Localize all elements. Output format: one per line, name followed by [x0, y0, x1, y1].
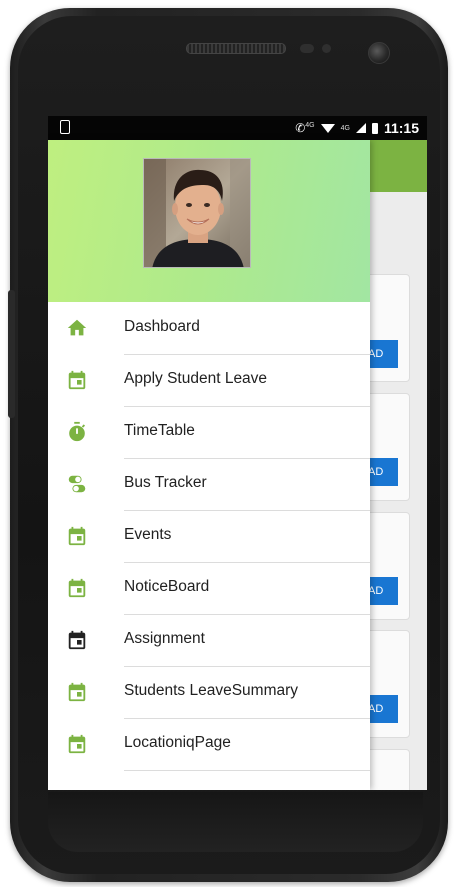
phone-chin [48, 792, 423, 852]
front-camera [368, 42, 390, 64]
background-button-label: AD [368, 466, 384, 478]
menu-item-bus-tracker[interactable]: Bus Tracker [48, 458, 370, 511]
background-card-button[interactable]: AD [366, 340, 398, 368]
background-card [366, 749, 410, 790]
menu-item-label: TimeTable [124, 406, 370, 459]
menu-item-noticeboard[interactable]: NoticeBoard [48, 562, 370, 615]
navigation-drawer: Dashboard Apply Student Leave TimeTable [48, 140, 370, 790]
drawer-menu: Dashboard Apply Student Leave TimeTable [48, 302, 370, 771]
background-card-button[interactable]: AD [366, 577, 398, 605]
menu-item-label: LocationiqPage [124, 718, 370, 771]
call-icon: ✆ [295, 121, 306, 135]
menu-item-label: Apply Student Leave [124, 354, 370, 407]
background-card-button[interactable]: AD [366, 695, 398, 723]
toggles-icon [68, 475, 86, 493]
signal-icon [355, 123, 366, 133]
menu-item-events[interactable]: Events [48, 510, 370, 563]
calendar-icon [68, 630, 86, 650]
menu-item-label: Events [124, 510, 370, 563]
timer-icon [69, 421, 86, 442]
notification-icon [60, 120, 70, 134]
earpiece-speaker [186, 43, 286, 54]
status-time: 11:15 [383, 120, 419, 136]
menu-item-timetable[interactable]: TimeTable [48, 406, 370, 459]
background-button-label: AD [368, 703, 384, 715]
menu-item-label: Students LeaveSummary [124, 666, 370, 719]
menu-item-label: Assignment [124, 614, 370, 667]
status-icons: ✆ 4G 4G 11:15 [295, 120, 419, 136]
calendar-icon [68, 370, 86, 390]
call-network-label: 4G [305, 121, 315, 129]
profile-photo [144, 159, 250, 267]
menu-item-assignment[interactable]: Assignment [48, 614, 370, 667]
menu-item-label: NoticeBoard [124, 562, 370, 615]
home-icon [67, 319, 87, 336]
drawer-header [48, 140, 370, 302]
app-bar [370, 140, 427, 192]
menu-item-locationiq-page[interactable]: LocationiqPage [48, 718, 370, 771]
menu-item-dashboard[interactable]: Dashboard [48, 302, 370, 355]
menu-item-apply-student-leave[interactable]: Apply Student Leave [48, 354, 370, 407]
menu-item-students-leave-summary[interactable]: Students LeaveSummary [48, 666, 370, 719]
calendar-icon [68, 682, 86, 702]
calendar-icon [68, 578, 86, 598]
calendar-icon [68, 526, 86, 546]
screen: ✆ 4G 4G 11:15 AD AD AD AD Dashboard Appl… [48, 116, 427, 790]
proximity-sensor [300, 44, 314, 53]
wifi-icon [320, 123, 335, 133]
background-button-label: AD [368, 585, 384, 597]
data-network-label: 4G [340, 124, 350, 132]
menu-item-label: Bus Tracker [124, 458, 370, 511]
status-bar: ✆ 4G 4G 11:15 [48, 116, 427, 140]
light-sensor [322, 44, 331, 53]
background-button-label: AD [368, 348, 384, 360]
side-button [8, 290, 15, 418]
background-card-button[interactable]: AD [366, 458, 398, 486]
battery-icon [371, 122, 378, 134]
avatar[interactable] [143, 158, 251, 268]
calendar-icon [68, 734, 86, 754]
menu-item-label: Dashboard [124, 302, 370, 355]
